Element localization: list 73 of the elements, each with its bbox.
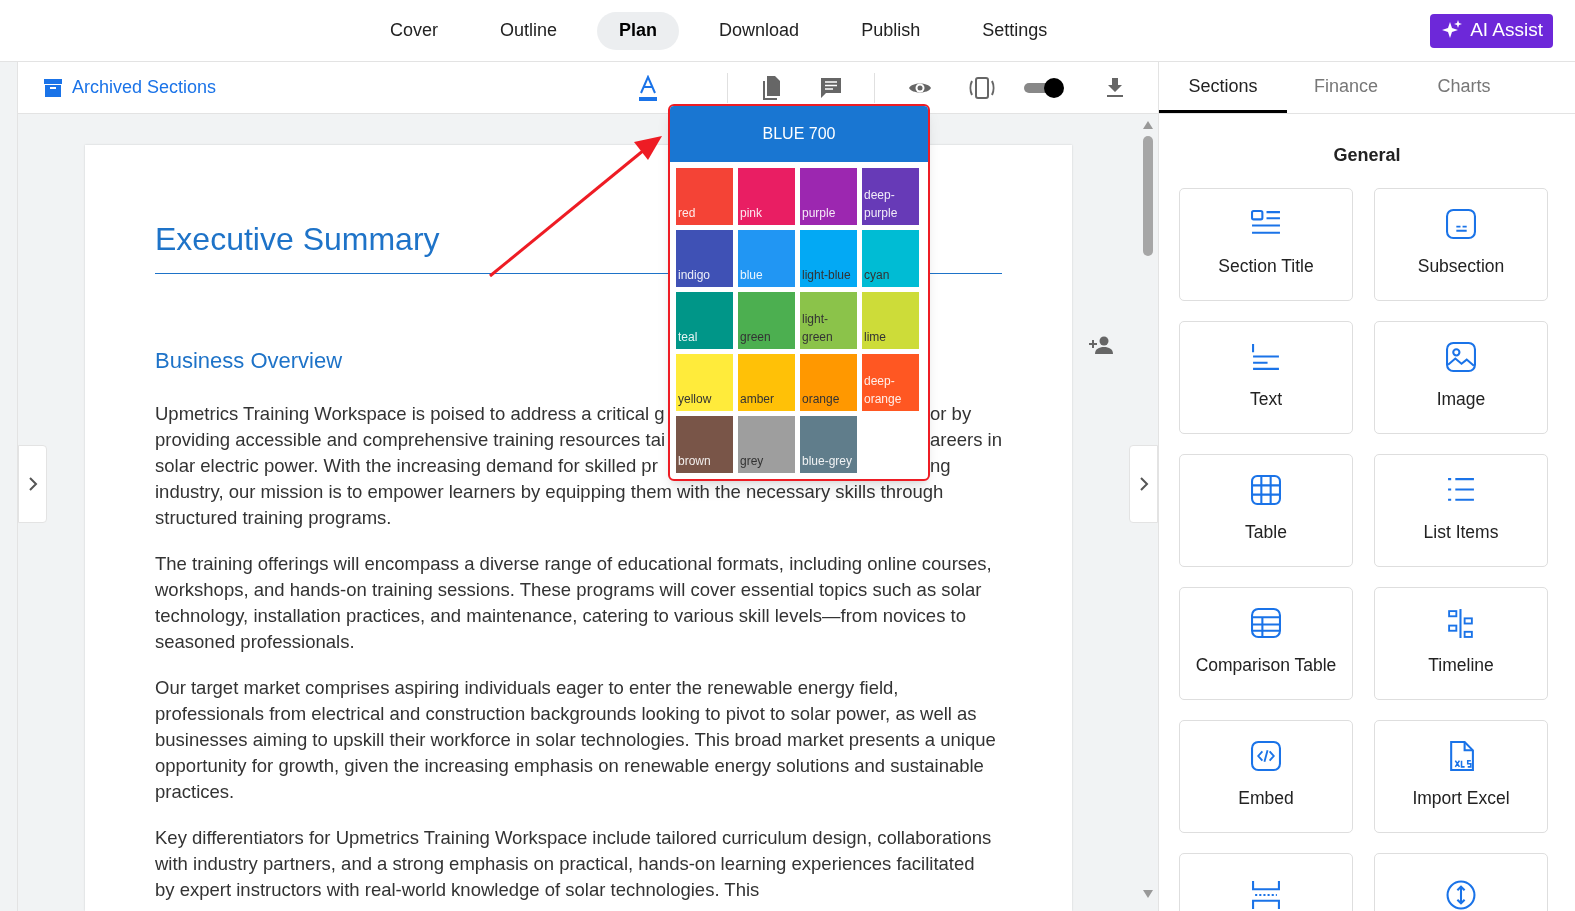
color-swatch[interactable]: light-green [800, 292, 857, 349]
section-card[interactable]: List Items [1374, 454, 1548, 567]
ai-assist-button[interactable]: AI Assist [1430, 13, 1553, 48]
paragraph-text: industry, our mission is to empower learners by equipping them with the necessary skills through [155, 480, 944, 504]
panel-tab[interactable]: Finance [1287, 62, 1405, 113]
nav-tab[interactable]: Download [697, 11, 822, 50]
nav-tab[interactable]: Publish [839, 11, 943, 50]
code-icon [1251, 741, 1281, 772]
color-swatch[interactable]: deep-purple [862, 168, 919, 225]
color-swatch[interactable]: yellow [676, 354, 733, 411]
paragraph-text: structured training programs. [155, 506, 392, 530]
table-icon [1251, 475, 1281, 506]
paragraph-text: ng [930, 454, 951, 478]
expand-right-handle[interactable] [1129, 445, 1158, 523]
color-swatch[interactable]: indigo [676, 230, 733, 287]
section-heading: Business Overview [155, 347, 344, 375]
group-title: General [1332, 144, 1402, 167]
paragraph-text: The training offerings will encompass a diverse range of educational formats, including online courses, workshops, and hands-on training sessions. These programs will cover essential topics such as solar technology, installation practices, and maintenance, catering to various skill levels—from novices to seasoned professionals. [155, 552, 993, 654]
paragraph-text: areers in [930, 428, 1002, 452]
nav-tab[interactable]: Settings [960, 11, 1070, 50]
phone-vibrate-icon[interactable] [968, 76, 996, 99]
color-swatch[interactable]: brown [676, 416, 733, 473]
vertical-arrows-icon [1446, 880, 1476, 910]
archived-sections-link[interactable]: Archived Sections [44, 74, 217, 101]
section-card[interactable]: Subsection [1374, 188, 1548, 301]
section-card[interactable]: Table [1179, 454, 1353, 567]
timeline-icon [1446, 608, 1476, 639]
color-swatch[interactable]: purple [800, 168, 857, 225]
chevron-right-icon [27, 476, 38, 492]
color-swatch[interactable]: amber [738, 354, 795, 411]
paragraph-text: Upmetrics Training Workspace is poised to address a critical g [155, 402, 665, 426]
paragraph-text: solar electric power. With the increasing demand for skilled pr [155, 454, 658, 478]
subtitle-icon [1446, 209, 1476, 240]
color-swatch[interactable]: orange [800, 354, 857, 411]
chevron-right-icon [1138, 476, 1149, 492]
section-card[interactable]: Embed [1179, 720, 1353, 833]
archive-box-icon [44, 78, 62, 97]
image-icon [1446, 342, 1476, 373]
add-person-icon[interactable] [1089, 335, 1113, 355]
color-swatch[interactable]: cyan [862, 230, 919, 287]
nav-tab[interactable]: Outline [478, 11, 580, 50]
color-swatch[interactable]: lime [862, 292, 919, 349]
paragraph-text: providing accessible and comprehensive training resources tai [155, 428, 666, 452]
paragraph-text: Our target market comprises aspiring individuals eager to enter the renewable energy field, professionals from electrical and construction backgrounds looking to pivot to solar power, as well as businesses aiming to upskill their workforce in solar technologies. This broad market presents a unique opportunity for growth, given the increasing emphasis on renewable energy solutions and sustainable practices. [155, 676, 997, 804]
nav-tab[interactable]: Cover [368, 11, 460, 50]
text-color-icon[interactable] [639, 74, 657, 101]
nav-tab[interactable]: Plan [597, 11, 680, 50]
paragraph-text: Key differentiators for Upmetrics Training Workspace include tailored curriculum design, collaborations with industry partners, and a strong emphasis on practical, hands-on learning experiences facilitated by expert instructors with real-world knowledge of solar technologies. This [155, 826, 993, 902]
scrollbar-thumb[interactable] [1143, 136, 1153, 256]
section-card[interactable]: Text [1179, 321, 1353, 434]
toggle-switch[interactable] [1024, 76, 1064, 99]
color-swatch[interactable]: grey [738, 416, 795, 473]
document-icon[interactable] [760, 75, 780, 100]
expand-left-handle[interactable] [18, 445, 47, 523]
color-swatch[interactable]: green [738, 292, 795, 349]
section-card[interactable]: Import Excel [1374, 720, 1548, 833]
panel-tab[interactable]: Sections [1159, 62, 1287, 113]
section-card[interactable]: Section Title [1179, 188, 1353, 301]
spacer-icon [1251, 880, 1281, 910]
scroll-up-icon[interactable] [1142, 120, 1154, 130]
section-card[interactable]: Image [1374, 321, 1548, 434]
selected-color-header: BLUE 700 [670, 106, 928, 162]
scroll-down-icon[interactable] [1142, 889, 1154, 899]
color-swatch[interactable]: blue-grey [800, 416, 857, 473]
text-lines-icon [1251, 342, 1281, 373]
comment-icon[interactable] [821, 77, 841, 98]
paragraph-text: or by [930, 402, 972, 426]
section-card[interactable]: Comparison Table [1179, 587, 1353, 700]
table-icon [1251, 608, 1281, 639]
download-icon[interactable] [1106, 77, 1124, 98]
section-card[interactable]: Timeline [1374, 587, 1548, 700]
panel-tab[interactable]: Charts [1405, 62, 1523, 113]
color-swatch[interactable]: light-blue [800, 230, 857, 287]
